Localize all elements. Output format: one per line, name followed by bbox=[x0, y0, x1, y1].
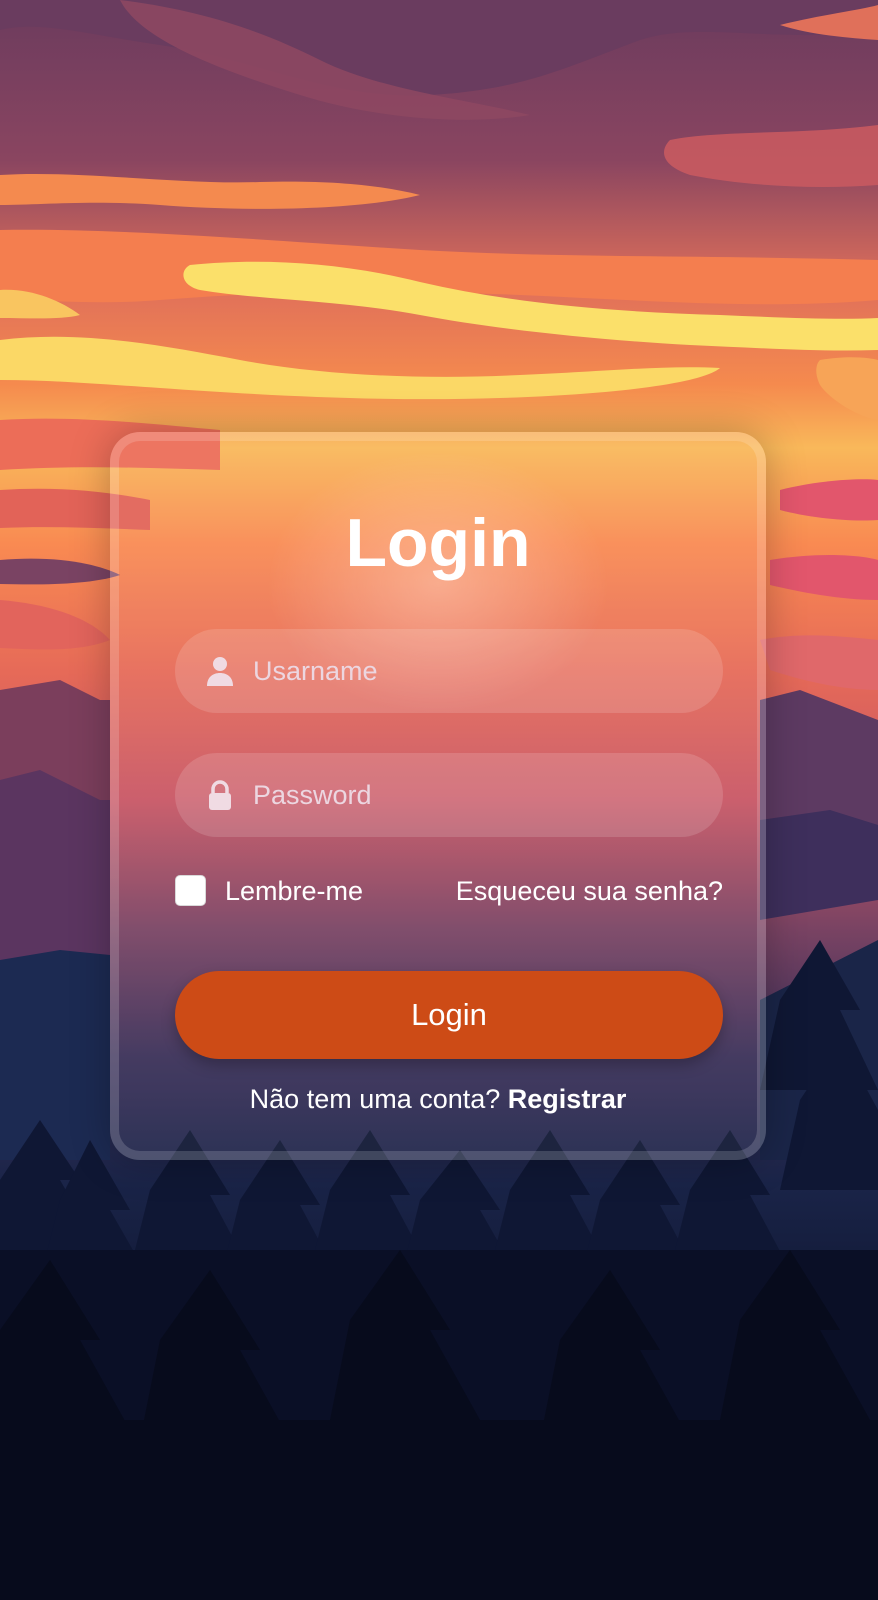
password-field[interactable] bbox=[175, 753, 723, 837]
login-card: Login Lembre-me Esqueceu sua senha? Logi… bbox=[110, 432, 766, 1160]
remember-label[interactable]: Lembre-me bbox=[225, 873, 363, 909]
lock-icon bbox=[209, 780, 231, 810]
username-field[interactable] bbox=[175, 629, 723, 713]
forgot-password-link[interactable]: Esqueceu sua senha? bbox=[456, 873, 723, 909]
username-input[interactable] bbox=[253, 629, 693, 713]
no-account-text: Não tem uma conta? bbox=[249, 1084, 508, 1114]
sunset-background: Login Lembre-me Esqueceu sua senha? Logi… bbox=[0, 0, 878, 1600]
login-options: Lembre-me Esqueceu sua senha? bbox=[175, 873, 723, 909]
register-prompt: Não tem uma conta? Registrar bbox=[119, 1081, 757, 1117]
remember-checkbox[interactable] bbox=[175, 875, 206, 906]
register-link[interactable]: Registrar bbox=[508, 1084, 627, 1114]
login-button[interactable]: Login bbox=[175, 971, 723, 1059]
page-title: Login bbox=[345, 505, 531, 581]
password-input[interactable] bbox=[253, 753, 693, 837]
user-icon bbox=[207, 657, 233, 686]
